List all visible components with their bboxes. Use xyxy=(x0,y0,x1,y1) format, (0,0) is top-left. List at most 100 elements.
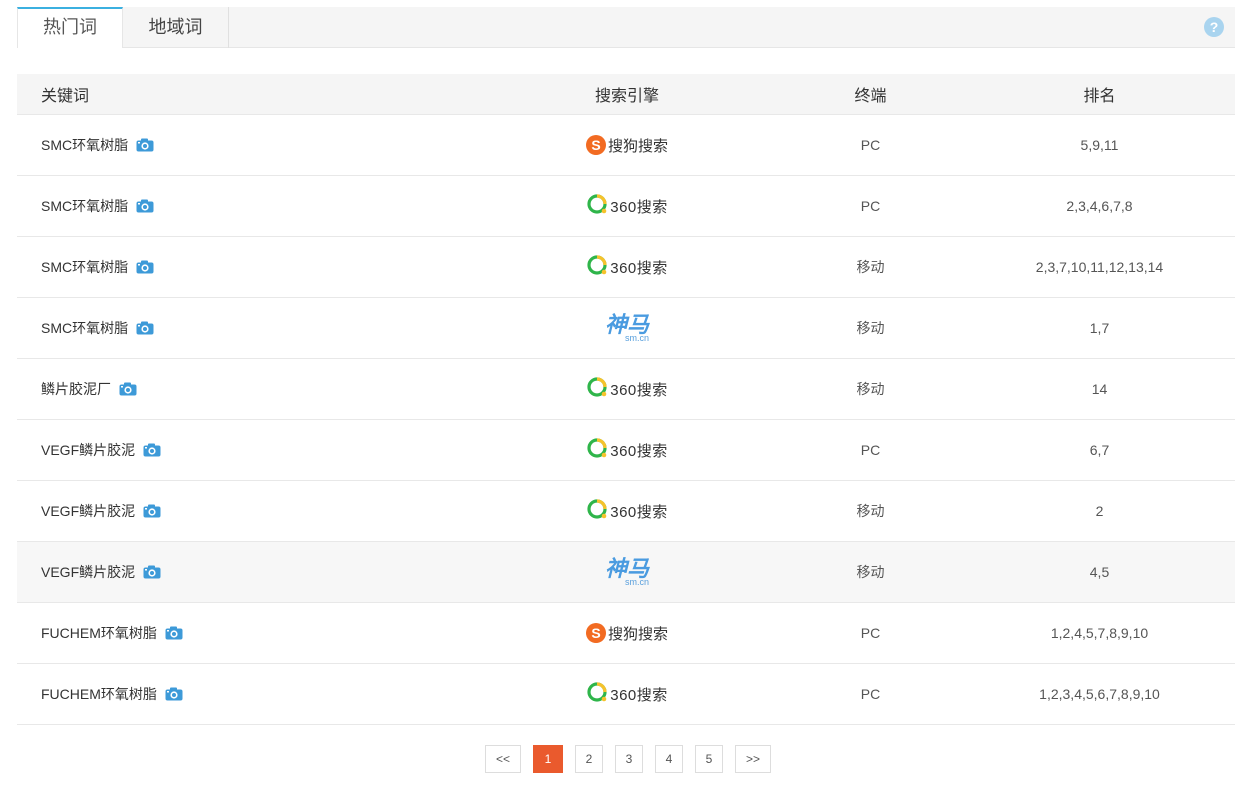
sogou-logo: S 搜狗搜索 xyxy=(585,133,668,157)
page-button-2[interactable]: 2 xyxy=(575,745,603,773)
keyword-text[interactable]: VEGF鳞片胶泥 xyxy=(41,562,135,582)
table-header: 关键词 搜索引擎 终端 排名 xyxy=(17,74,1235,115)
question-circle-icon[interactable]: ? xyxy=(1204,17,1224,37)
table-row: FUCHEM环氧树脂 S 搜狗搜索 PC 1,2,4,5,7,8,9,10 xyxy=(17,603,1235,664)
header-rank: 排名 xyxy=(1083,88,1116,105)
terminal-cell: PC xyxy=(860,137,881,153)
camera-snapshot-icon[interactable] xyxy=(143,565,161,579)
keyword-text[interactable]: VEGF鳞片胶泥 xyxy=(41,501,135,521)
keyword-text[interactable]: SMC环氧树脂 xyxy=(41,196,128,216)
keyword-text[interactable]: SMC环氧树脂 xyxy=(41,135,128,155)
terminal-cell: PC xyxy=(860,442,881,458)
camera-snapshot-icon[interactable] xyxy=(136,199,154,213)
header-engine: 搜索引擎 xyxy=(594,88,659,105)
engine-cell: 神马 sm.cn xyxy=(477,558,777,587)
sogou-icon: S xyxy=(585,135,606,155)
table-row: 鳞片胶泥厂 360搜索 移动 14 xyxy=(17,359,1235,420)
engine-cell: 360搜索 xyxy=(477,255,777,279)
page-button-3[interactable]: 3 xyxy=(615,745,643,773)
terminal-cell: PC xyxy=(860,198,881,214)
page-button-1[interactable]: 1 xyxy=(533,745,563,773)
so360-logo: 360搜索 xyxy=(586,255,668,279)
ranking-table: 关键词 搜索引擎 终端 排名 SMC环氧树脂 S 搜狗搜索 PC 5,9,11 SMC环氧… xyxy=(17,74,1235,725)
rank-cell: 1,7 xyxy=(1089,320,1110,336)
keyword-text[interactable]: VEGF鳞片胶泥 xyxy=(41,440,135,460)
camera-snapshot-icon[interactable] xyxy=(119,382,137,396)
rank-cell: 4,5 xyxy=(1089,564,1110,580)
keyword-cell: SMC环氧树脂 xyxy=(17,257,477,277)
keyword-cell: FUCHEM环氧树脂 xyxy=(17,684,477,704)
tab-hot-words[interactable]: 热门词 xyxy=(17,7,123,48)
so360-logo: 360搜索 xyxy=(586,682,668,706)
page-button-4[interactable]: 4 xyxy=(655,745,683,773)
keyword-text[interactable]: FUCHEM环氧树脂 xyxy=(41,623,157,643)
terminal-cell: 移动 xyxy=(856,381,885,397)
page: 热门词 地域词 ? 关键词 搜索引擎 终端 排名 SMC环氧树脂 S 搜狗搜索 PC 5… xyxy=(0,0,1252,793)
rank-cell: 6,7 xyxy=(1089,442,1110,458)
keyword-text[interactable]: SMC环氧树脂 xyxy=(41,318,128,338)
engine-cell: 360搜索 xyxy=(477,377,777,401)
engine-label: 360搜索 xyxy=(610,503,668,521)
table-row: SMC环氧树脂 S 搜狗搜索 PC 5,9,11 xyxy=(17,115,1235,176)
camera-snapshot-icon[interactable] xyxy=(143,443,161,457)
so360-logo: 360搜索 xyxy=(586,499,668,523)
engine-cell: S 搜狗搜索 xyxy=(477,133,777,157)
engine-domain: sm.cn xyxy=(624,576,649,587)
shenma-logo: 神马 sm.cn xyxy=(605,314,649,343)
engine-label: 360搜索 xyxy=(610,198,668,216)
camera-snapshot-icon[interactable] xyxy=(136,260,154,274)
table-row: VEGF鳞片胶泥 神马 sm.cn 移动 4,5 xyxy=(17,542,1235,603)
tab-region-words[interactable]: 地域词 xyxy=(123,7,229,48)
shenma-logo: 神马 sm.cn xyxy=(605,558,649,587)
so360-icon xyxy=(586,254,610,280)
table-row: SMC环氧树脂 360搜索 移动 2,3,7,10,11,12,13,14 xyxy=(17,237,1235,298)
table-row: FUCHEM环氧树脂 360搜索 PC 1,2,3,4,5,6,7,8,9,10 xyxy=(17,664,1235,725)
terminal-cell: 移动 xyxy=(856,259,885,275)
camera-snapshot-icon[interactable] xyxy=(165,626,183,640)
camera-snapshot-icon[interactable] xyxy=(136,321,154,335)
sogou-icon: S xyxy=(585,623,606,643)
prev-page-button[interactable]: << xyxy=(485,745,521,773)
pagination: << 1 2 3 4 5 >> xyxy=(485,745,783,773)
engine-label: 360搜索 xyxy=(610,381,668,399)
next-page-button[interactable]: >> xyxy=(735,745,771,773)
rank-cell: 2 xyxy=(1095,503,1104,519)
keyword-cell: FUCHEM环氧树脂 xyxy=(17,623,477,643)
engine-cell: 360搜索 xyxy=(477,438,777,462)
table-body: SMC环氧树脂 S 搜狗搜索 PC 5,9,11 SMC环氧树脂 360搜索 PC 2,3,4,… xyxy=(17,115,1235,725)
keyword-text[interactable]: SMC环氧树脂 xyxy=(41,257,128,277)
so360-icon xyxy=(586,498,610,524)
header-terminal: 终端 xyxy=(854,88,887,105)
so360-logo: 360搜索 xyxy=(586,377,668,401)
tab-bar: 热门词 地域词 ? xyxy=(17,7,1235,48)
keyword-cell: VEGF鳞片胶泥 xyxy=(17,501,477,521)
table-row: VEGF鳞片胶泥 360搜索 移动 2 xyxy=(17,481,1235,542)
rank-cell: 2,3,4,6,7,8 xyxy=(1066,198,1133,214)
camera-snapshot-icon[interactable] xyxy=(136,138,154,152)
engine-domain: sm.cn xyxy=(624,332,649,343)
table-row: SMC环氧树脂 360搜索 PC 2,3,4,6,7,8 xyxy=(17,176,1235,237)
so360-icon xyxy=(586,376,610,402)
so360-logo: 360搜索 xyxy=(586,194,668,218)
engine-cell: 360搜索 xyxy=(477,194,777,218)
camera-snapshot-icon[interactable] xyxy=(143,504,161,518)
table-row: SMC环氧树脂 神马 sm.cn 移动 1,7 xyxy=(17,298,1235,359)
engine-label: 360搜索 xyxy=(610,259,668,277)
so360-icon xyxy=(586,193,610,219)
engine-label: 搜狗搜索 xyxy=(607,625,668,643)
keyword-cell: VEGF鳞片胶泥 xyxy=(17,562,477,582)
camera-snapshot-icon[interactable] xyxy=(165,687,183,701)
engine-cell: 360搜索 xyxy=(477,499,777,523)
keyword-text[interactable]: FUCHEM环氧树脂 xyxy=(41,684,157,704)
rank-cell: 1,2,3,4,5,6,7,8,9,10 xyxy=(1039,686,1160,702)
sogou-logo: S 搜狗搜索 xyxy=(585,621,668,645)
terminal-cell: 移动 xyxy=(856,320,885,336)
keyword-cell: SMC环氧树脂 xyxy=(17,318,477,338)
terminal-cell: 移动 xyxy=(856,564,885,580)
so360-icon xyxy=(586,681,610,707)
keyword-cell: VEGF鳞片胶泥 xyxy=(17,440,477,460)
rank-cell: 2,3,7,10,11,12,13,14 xyxy=(1035,259,1164,275)
page-button-5[interactable]: 5 xyxy=(695,745,723,773)
keyword-text[interactable]: 鳞片胶泥厂 xyxy=(41,379,111,399)
so360-logo: 360搜索 xyxy=(586,438,668,462)
